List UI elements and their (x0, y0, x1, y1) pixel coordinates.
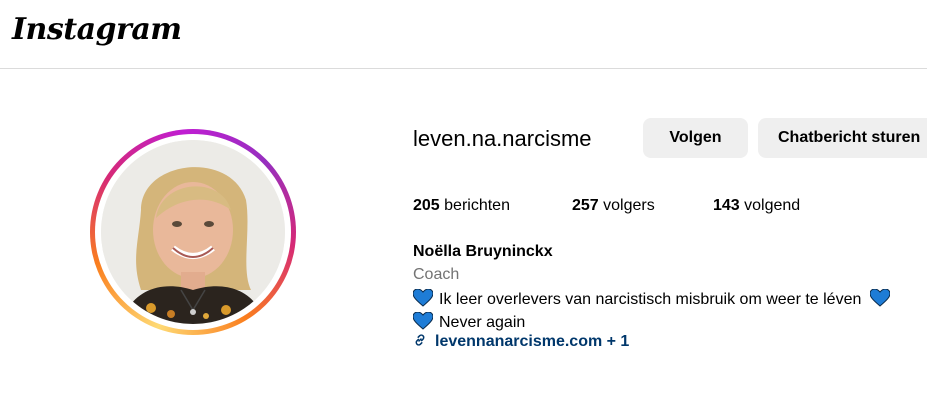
following-stat[interactable]: 143 volgend (713, 197, 800, 215)
top-navigation-bar: Instagram (0, 0, 927, 69)
link-icon (413, 333, 427, 347)
blue-heart-icon (412, 311, 434, 330)
bio-text-1: Ik leer overlevers van narcistisch misbr… (439, 291, 862, 308)
blue-heart-icon (869, 288, 891, 307)
followers-count: 257 (572, 197, 599, 214)
posts-count: 205 (413, 197, 440, 214)
instagram-logo[interactable]: Instagram (12, 12, 182, 47)
profile-avatar-photo (101, 140, 285, 324)
profile-category: Coach (413, 266, 460, 283)
following-label: volgend (744, 197, 801, 214)
profile-username: leven.na.narcisme (413, 126, 592, 151)
website-link-text: levennanarcisme.com + 1 (435, 333, 630, 350)
send-message-button[interactable]: Chatbericht sturen (758, 118, 927, 158)
bio-line-1: Ik leer overlevers van narcistisch misbr… (412, 288, 896, 309)
following-count: 143 (713, 197, 740, 214)
follow-button[interactable]: Volgen (643, 118, 748, 158)
followers-label: volgers (603, 197, 655, 214)
avatar-ring-gap (95, 134, 291, 330)
posts-label: berichten (444, 197, 510, 214)
profile-website-link[interactable]: levennanarcisme.com + 1 (413, 333, 629, 351)
followers-stat[interactable]: 257 volgers (572, 197, 655, 215)
bio-text-2: Never again (439, 314, 526, 331)
profile-full-name: Noëlla Bruyninckx (413, 243, 553, 260)
posts-stat: 205 berichten (413, 197, 510, 215)
blue-heart-icon (412, 288, 434, 307)
bio-line-2: Never again (412, 311, 526, 332)
avatar-portrait-illustration (101, 140, 285, 324)
profile-avatar-story-ring[interactable] (90, 129, 296, 335)
